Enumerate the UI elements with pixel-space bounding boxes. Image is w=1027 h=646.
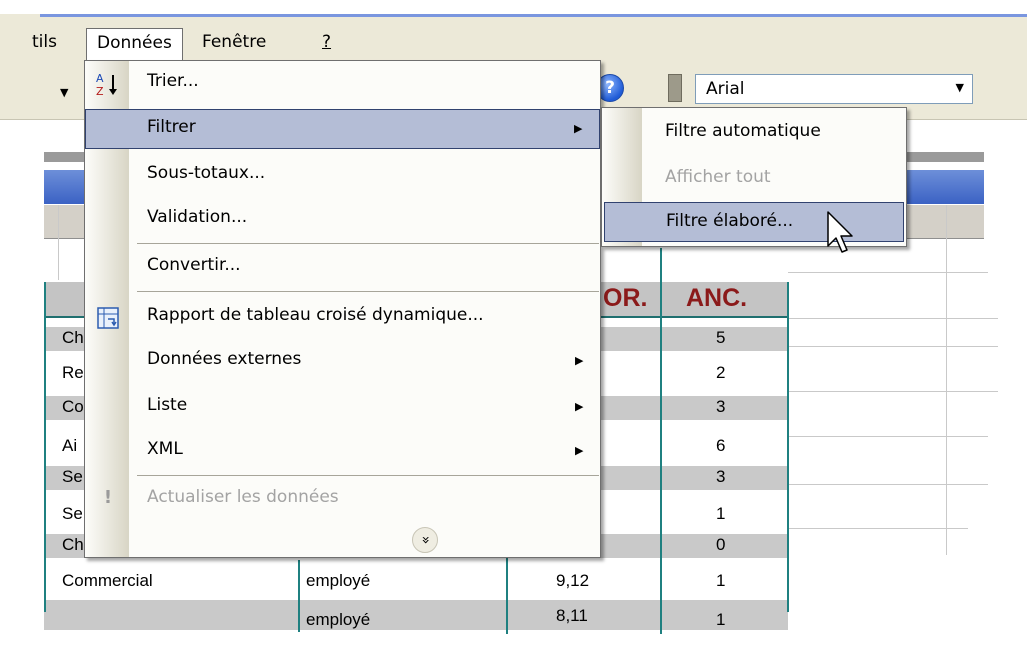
- menu-item-validation[interactable]: Validation...: [85, 199, 600, 239]
- cell: 1: [716, 504, 726, 523]
- expand-menu-glyph: »: [416, 535, 433, 545]
- mouse-cursor-icon: [827, 211, 853, 253]
- gridline: [788, 484, 988, 485]
- gridline: [788, 391, 998, 392]
- gridline: [58, 205, 59, 280]
- table-border: [787, 282, 789, 612]
- sort-az-icon: A Z: [95, 71, 121, 98]
- cell: Re: [62, 363, 84, 382]
- font-dropdown-arrow-icon[interactable]: ▼: [956, 81, 964, 94]
- header-anc: ANC.: [686, 284, 748, 312]
- menu-item-actualiser[interactable]: ! Actualiser les données: [85, 479, 600, 519]
- toolbar-dropdown-arrow[interactable]: ▼: [60, 86, 68, 99]
- svg-text:A: A: [96, 72, 104, 85]
- menu-item-trier-label: Trier...: [147, 71, 199, 91]
- menu-item-convertir-label: Convertir...: [147, 255, 241, 275]
- cell: Commercial: [62, 571, 153, 590]
- menu-separator: [137, 291, 599, 292]
- gridline: [788, 436, 988, 437]
- submenu-item-afficher-tout-label: Afficher tout: [665, 167, 771, 187]
- menu-item-filtrer-label: Filtrer: [147, 117, 196, 137]
- cell: Ch: [62, 535, 84, 554]
- menu-item-trier[interactable]: A Z Trier...: [85, 63, 600, 103]
- menu-outils-label: tils: [32, 32, 57, 52]
- menu-bar-top-border: [40, 14, 1027, 17]
- font-name-value: Arial: [706, 79, 745, 99]
- gridline: [946, 205, 947, 555]
- submenu-item-filtre-automatique-label: Filtre automatique: [665, 121, 821, 141]
- submenu-arrow-icon: ▶: [575, 444, 584, 457]
- table-border: [660, 248, 662, 634]
- pivot-table-icon: [95, 305, 121, 331]
- expand-menu-chevron-icon[interactable]: »: [412, 527, 438, 553]
- cell: Ai: [62, 436, 78, 455]
- menu-separator: [137, 475, 599, 476]
- toolbar-grip-icon[interactable]: [668, 74, 682, 102]
- menu-item-donnees-externes-label: Données externes: [147, 349, 302, 369]
- refresh-exclamation-icon: !: [103, 487, 113, 508]
- cell: 6: [716, 436, 726, 455]
- menu-item-xml-label: XML: [147, 439, 183, 459]
- menu-item-rapport-tcd[interactable]: Rapport de tableau croisé dynamique...: [85, 297, 600, 337]
- gridline: [788, 318, 998, 319]
- cell: 0: [716, 535, 726, 554]
- menu-item-liste[interactable]: Liste ▶: [85, 387, 600, 427]
- menu-item-actualiser-label: Actualiser les données: [147, 487, 339, 507]
- submenu-arrow-icon: ▶: [575, 354, 584, 367]
- menu-item-filtrer[interactable]: Filtrer ▶: [85, 109, 600, 149]
- donnees-menu: A Z Trier... Filtrer ▶ Sous-totaux... Va…: [84, 60, 601, 558]
- menu-item-liste-label: Liste: [147, 395, 188, 415]
- menu-fenetre[interactable]: Fenêtre: [192, 28, 276, 62]
- menu-item-sous-totaux[interactable]: Sous-totaux...: [85, 155, 600, 195]
- submenu-item-filtre-automatique[interactable]: Filtre automatique: [602, 112, 906, 152]
- cell: 8,11: [556, 606, 588, 625]
- menu-outils[interactable]: tils: [22, 28, 67, 62]
- font-name-combo[interactable]: Arial ▼: [695, 74, 973, 104]
- submenu-item-filtre-elabore[interactable]: Filtre élaboré...: [604, 202, 904, 242]
- gridline: [788, 528, 968, 529]
- gridline: [788, 346, 998, 347]
- menu-fenetre-label: Fenêtre: [202, 32, 267, 52]
- menu-donnees[interactable]: Données: [86, 28, 183, 63]
- submenu-item-filtre-elabore-label: Filtre élaboré...: [666, 211, 794, 231]
- menu-item-convertir[interactable]: Convertir...: [85, 247, 600, 287]
- table-border: [298, 560, 300, 632]
- filtrer-submenu: Filtre automatique Afficher tout Filtre …: [601, 107, 907, 247]
- menu-donnees-label: Données: [97, 33, 172, 53]
- cell: 3: [716, 397, 726, 416]
- cell: Se: [62, 504, 83, 523]
- cell: 3: [716, 467, 726, 486]
- menu-separator: [137, 243, 599, 244]
- menu-item-xml[interactable]: XML ▶: [85, 431, 600, 471]
- cell: Se: [62, 467, 83, 486]
- cell: 1: [716, 610, 726, 629]
- menu-item-sous-totaux-label: Sous-totaux...: [147, 163, 266, 183]
- submenu-item-afficher-tout[interactable]: Afficher tout: [602, 158, 906, 198]
- menu-help-label: ?: [322, 32, 332, 52]
- svg-text:Z: Z: [96, 85, 104, 97]
- cell: Co: [62, 397, 84, 416]
- menu-bar: tils Données Fenêtre ?: [0, 14, 1027, 63]
- submenu-arrow-icon: ▶: [575, 400, 584, 413]
- gridline: [788, 272, 988, 273]
- menu-item-donnees-externes[interactable]: Données externes ▶: [85, 341, 600, 381]
- cell: 1: [716, 571, 726, 590]
- cell: 9,12: [556, 571, 590, 590]
- cell: employé: [306, 571, 371, 590]
- menu-help[interactable]: ?: [312, 28, 341, 62]
- cell: 2: [716, 363, 726, 382]
- table-row: employé 8,11 1: [44, 600, 788, 630]
- cell: 5: [716, 328, 726, 347]
- table-border: [44, 282, 46, 612]
- menu-item-rapport-tcd-label: Rapport de tableau croisé dynamique...: [147, 305, 484, 325]
- header-or: OR.: [603, 284, 648, 312]
- table-row: Commercial employé 9,12 1: [44, 570, 788, 594]
- menu-item-validation-label: Validation...: [147, 207, 248, 227]
- cell: employé: [306, 610, 371, 629]
- cell: Ch: [62, 328, 84, 347]
- submenu-arrow-icon: ▶: [574, 122, 583, 135]
